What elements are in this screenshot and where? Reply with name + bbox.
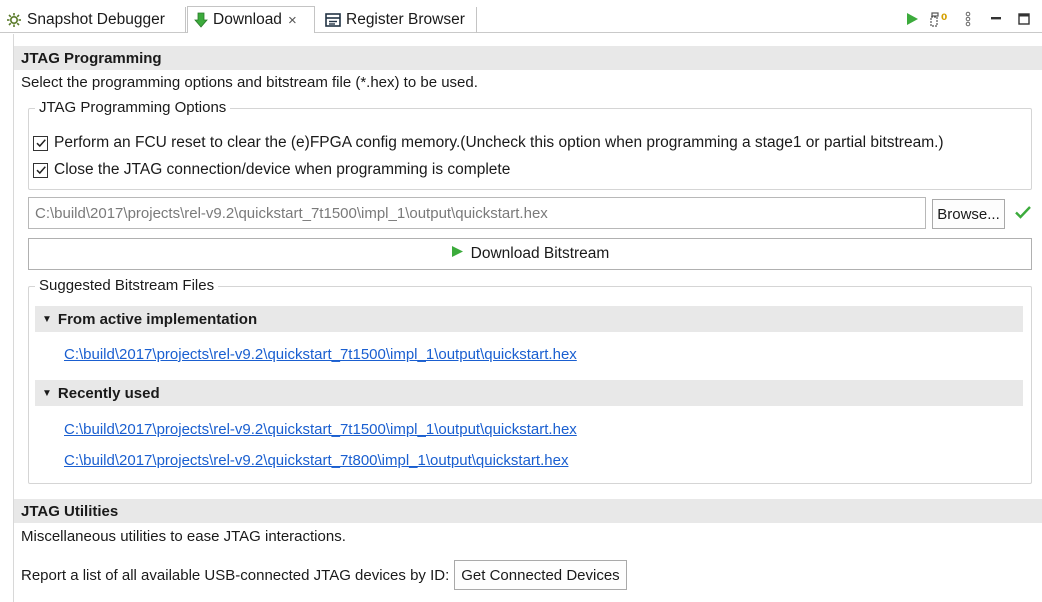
gear-bug-icon xyxy=(6,12,22,28)
tab-label: Download xyxy=(213,11,282,28)
download-arrow-icon xyxy=(194,12,208,28)
run-icon[interactable] xyxy=(902,9,922,29)
register-table-icon xyxy=(325,13,341,27)
subsection-title: Recently used xyxy=(57,384,160,402)
tab-label: Register Browser xyxy=(346,11,465,28)
tab-register-browser[interactable]: Register Browser xyxy=(322,7,477,33)
group-title: JTAG Programming Options xyxy=(35,99,231,117)
minimize-icon[interactable] xyxy=(986,9,1006,29)
jtag-utilities-description: Miscellaneous utilities to ease JTAG int… xyxy=(21,528,346,545)
counter-badge: 0 xyxy=(941,13,947,23)
chevron-down-icon: ▼ xyxy=(42,387,52,399)
button-label: Download Bitstream xyxy=(470,245,610,262)
checkbox-label: Perform an FCU reset to clear the (e)FPG… xyxy=(54,134,944,151)
close-jtag-checkbox[interactable] xyxy=(33,162,48,178)
play-icon xyxy=(451,245,464,263)
active-bitstream-link[interactable]: C:\build\2017\projects\rel-v9.2\quicksta… xyxy=(64,346,577,363)
view-tab-bar: Snapshot Debugger Download × Register Br… xyxy=(0,0,1042,33)
section-header-jtag-utilities[interactable]: JTAG Utilities xyxy=(14,499,1042,523)
group-title: Suggested Bitstream Files xyxy=(35,277,219,295)
chevron-down-icon: ▼ xyxy=(42,313,52,325)
tab-download[interactable]: Download × xyxy=(187,6,315,33)
close-jtag-option[interactable]: Close the JTAG connection/device when pr… xyxy=(33,161,510,179)
bitstream-path-input[interactable]: C:\build\2017\projects\rel-v9.2\quicksta… xyxy=(28,197,926,229)
fcu-reset-checkbox[interactable] xyxy=(33,135,48,151)
view-menu-icon[interactable] xyxy=(958,9,978,29)
get-connected-devices-button[interactable]: Get Connected Devices xyxy=(454,560,627,590)
browse-button[interactable]: Browse... xyxy=(932,199,1005,229)
report-label: Report a list of all available USB-conne… xyxy=(21,566,450,584)
from-active-implementation-header[interactable]: ▼ From active implementation xyxy=(35,306,1023,332)
section-title: JTAG Programming xyxy=(21,49,162,67)
recent-bitstream-link[interactable]: C:\build\2017\projects\rel-v9.2\quicksta… xyxy=(64,421,577,438)
fcu-reset-option[interactable]: Perform an FCU reset to clear the (e)FPG… xyxy=(33,134,944,152)
view-toolbar: 0 xyxy=(902,9,1034,29)
report-devices-row: Report a list of all available USB-conne… xyxy=(21,560,627,590)
tab-snapshot-debugger[interactable]: Snapshot Debugger xyxy=(6,7,186,33)
download-bitstream-button[interactable]: Download Bitstream xyxy=(28,238,1032,270)
close-tab-icon[interactable]: × xyxy=(288,12,297,29)
section-header-jtag-programming[interactable]: JTAG Programming xyxy=(14,46,1042,70)
subsection-title: From active implementation xyxy=(57,310,258,328)
maximize-icon[interactable] xyxy=(1014,9,1034,29)
section-title: JTAG Utilities xyxy=(21,502,119,520)
tab-label: Snapshot Debugger xyxy=(27,11,165,28)
recent-bitstream-link[interactable]: C:\build\2017\projects\rel-v9.2\quicksta… xyxy=(64,452,568,469)
recently-used-header[interactable]: ▼ Recently used xyxy=(35,380,1023,406)
checkbox-label: Close the JTAG connection/device when pr… xyxy=(54,161,511,178)
counter-icon[interactable]: 0 xyxy=(930,9,950,29)
jtag-programming-description: Select the programming options and bitst… xyxy=(21,74,478,91)
valid-check-icon xyxy=(1014,204,1032,224)
